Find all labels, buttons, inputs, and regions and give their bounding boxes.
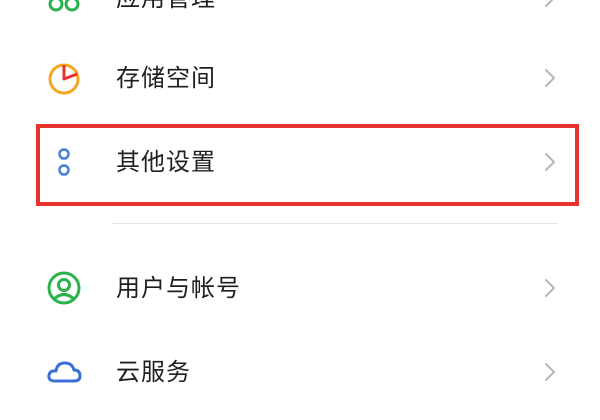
- settings-item-other-settings[interactable]: 其他设置: [0, 120, 600, 204]
- settings-item-label: 用户与帐号: [116, 274, 241, 302]
- settings-item-user-account[interactable]: 用户与帐号: [0, 246, 600, 330]
- storage-pie-icon: [44, 58, 84, 98]
- settings-item-label: 应用管理: [116, 0, 216, 40]
- settings-item-label: 存储空间: [116, 64, 216, 92]
- cloud-icon: [44, 352, 84, 392]
- chevron-right-icon: [538, 66, 562, 90]
- settings-item-label: 其他设置: [116, 148, 216, 176]
- chevron-right-icon: [538, 0, 562, 10]
- section-divider: [112, 223, 558, 224]
- user-account-icon: [44, 268, 84, 308]
- settings-item-app-management[interactable]: 应用管理: [0, 0, 600, 40]
- settings-item-label: 云服务: [116, 358, 191, 386]
- chevron-right-icon: [538, 360, 562, 384]
- apps-icon: [44, 0, 84, 18]
- settings-item-cloud-service[interactable]: 云服务: [0, 330, 600, 414]
- settings-list: 应用管理 存储空间 其他设置: [0, 0, 600, 420]
- chevron-right-icon: [538, 150, 562, 174]
- chevron-right-icon: [538, 276, 562, 300]
- settings-item-storage[interactable]: 存储空间: [0, 36, 600, 120]
- more-dots-icon: [44, 142, 84, 182]
